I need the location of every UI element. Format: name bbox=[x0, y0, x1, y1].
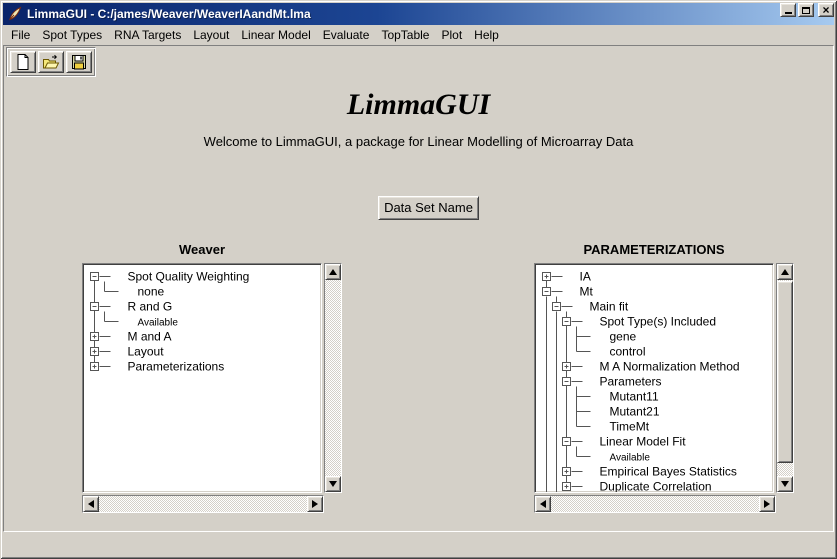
weaver-panel-label: Weaver bbox=[82, 242, 322, 257]
tree-item[interactable]: Mt bbox=[580, 285, 594, 299]
menu-bar: FileSpot TypesRNA TargetsLayoutLinear Mo… bbox=[3, 25, 834, 44]
scroll-up-button[interactable] bbox=[325, 264, 341, 280]
arrow-right-icon bbox=[764, 500, 770, 508]
menu-item-help[interactable]: Help bbox=[468, 26, 505, 44]
save-file-button[interactable] bbox=[66, 51, 92, 73]
save-floppy-icon bbox=[70, 53, 88, 71]
tree-item[interactable]: Main fit bbox=[590, 300, 629, 314]
minimize-icon bbox=[785, 12, 792, 14]
tree-item[interactable]: none bbox=[138, 285, 165, 299]
arrow-up-icon bbox=[329, 269, 337, 275]
menu-item-linear-model[interactable]: Linear Model bbox=[235, 26, 316, 44]
close-icon: × bbox=[819, 4, 833, 16]
menu-item-file[interactable]: File bbox=[5, 26, 36, 44]
arrow-down-icon bbox=[781, 481, 789, 487]
titlebar: LimmaGUI - C:/james/Weaver/WeaverIAandMt… bbox=[3, 3, 834, 25]
scroll-up-button[interactable] bbox=[777, 264, 793, 280]
scroll-left-button[interactable] bbox=[83, 496, 99, 512]
tree-item[interactable]: control bbox=[610, 345, 646, 359]
tree-item[interactable]: Linear Model Fit bbox=[600, 435, 687, 449]
maximize-icon bbox=[802, 7, 810, 14]
menu-item-spot-types[interactable]: Spot Types bbox=[36, 26, 108, 44]
tree-item[interactable]: Available bbox=[138, 318, 179, 329]
tree-item[interactable]: Empirical Bayes Statistics bbox=[600, 465, 737, 479]
content-area: LimmaGUI Welcome to LimmaGUI, a package … bbox=[3, 45, 834, 532]
tree-item[interactable]: M and A bbox=[128, 330, 172, 344]
tree-item[interactable]: gene bbox=[610, 330, 637, 344]
minimize-button[interactable] bbox=[780, 3, 796, 17]
scroll-right-button[interactable] bbox=[307, 496, 323, 512]
arrow-left-icon bbox=[540, 500, 546, 508]
scroll-left-button[interactable] bbox=[535, 496, 551, 512]
tree-item[interactable]: Available bbox=[610, 453, 651, 464]
tree-item[interactable]: Mutant21 bbox=[610, 405, 660, 419]
open-folder-icon bbox=[42, 53, 60, 71]
parameterizations-vertical-scrollbar[interactable] bbox=[776, 263, 794, 493]
arrow-up-icon bbox=[781, 269, 789, 275]
tree: IAMtMain fitSpot Type(s) Includedgenecon… bbox=[537, 266, 773, 492]
limmagui-window: LimmaGUI - C:/james/Weaver/WeaverIAandMt… bbox=[0, 0, 837, 559]
new-file-button[interactable] bbox=[10, 51, 36, 73]
tree-item[interactable]: Spot Type(s) Included bbox=[600, 315, 717, 329]
close-button[interactable]: × bbox=[818, 3, 834, 17]
tree-item[interactable]: Mutant11 bbox=[610, 390, 659, 404]
tree-item[interactable]: Parameterizations bbox=[128, 360, 225, 374]
menu-item-toptable[interactable]: TopTable bbox=[375, 26, 435, 44]
scroll-right-button[interactable] bbox=[759, 496, 775, 512]
maximize-button[interactable] bbox=[798, 3, 814, 17]
tree-item[interactable]: M A Normalization Method bbox=[600, 360, 740, 374]
tree-item[interactable]: Layout bbox=[128, 345, 165, 359]
weaver-tree-box: Spot Quality WeightingnoneR and G Availab… bbox=[82, 263, 322, 493]
parameterizations-tree-box: IAMtMain fitSpot Type(s) Includedgenecon… bbox=[534, 263, 774, 493]
open-file-button[interactable] bbox=[38, 51, 64, 73]
arrow-down-icon bbox=[329, 481, 337, 487]
data-set-name-button[interactable]: Data Set Name bbox=[378, 196, 479, 220]
tree-item[interactable]: Duplicate Correlation bbox=[600, 480, 712, 493]
arrow-right-icon bbox=[312, 500, 318, 508]
menu-item-rna-targets[interactable]: RNA Targets bbox=[108, 26, 187, 44]
page-title: LimmaGUI bbox=[4, 88, 833, 122]
app-feather-icon bbox=[7, 6, 23, 22]
tree-item[interactable]: IA bbox=[580, 270, 591, 284]
arrow-left-icon bbox=[88, 500, 94, 508]
menu-item-evaluate[interactable]: Evaluate bbox=[317, 26, 376, 44]
tree-item[interactable]: Parameters bbox=[600, 375, 662, 389]
parameterizations-horizontal-scrollbar[interactable] bbox=[534, 495, 776, 513]
scrollbar-thumb[interactable] bbox=[777, 281, 793, 463]
window-controls: × bbox=[778, 3, 834, 17]
scroll-down-button[interactable] bbox=[777, 476, 793, 492]
menu-item-plot[interactable]: Plot bbox=[435, 26, 468, 44]
new-document-icon bbox=[14, 53, 32, 71]
tree: Spot Quality WeightingnoneR and G Availab… bbox=[85, 266, 321, 492]
menu-item-layout[interactable]: Layout bbox=[187, 26, 235, 44]
parameterizations-panel-label: PARAMETERIZATIONS bbox=[534, 242, 774, 257]
toolbar bbox=[6, 47, 96, 77]
weaver-vertical-scrollbar[interactable] bbox=[324, 263, 342, 493]
weaver-horizontal-scrollbar[interactable] bbox=[82, 495, 324, 513]
tree-item[interactable]: R and G bbox=[128, 300, 173, 314]
scroll-down-button[interactable] bbox=[325, 476, 341, 492]
window-title: LimmaGUI - C:/james/Weaver/WeaverIAandMt… bbox=[27, 7, 311, 21]
tree-item[interactable]: Spot Quality Weighting bbox=[128, 270, 250, 284]
tree-item[interactable]: TimeMt bbox=[610, 420, 650, 434]
page-subtitle: Welcome to LimmaGUI, a package for Linea… bbox=[4, 134, 833, 149]
